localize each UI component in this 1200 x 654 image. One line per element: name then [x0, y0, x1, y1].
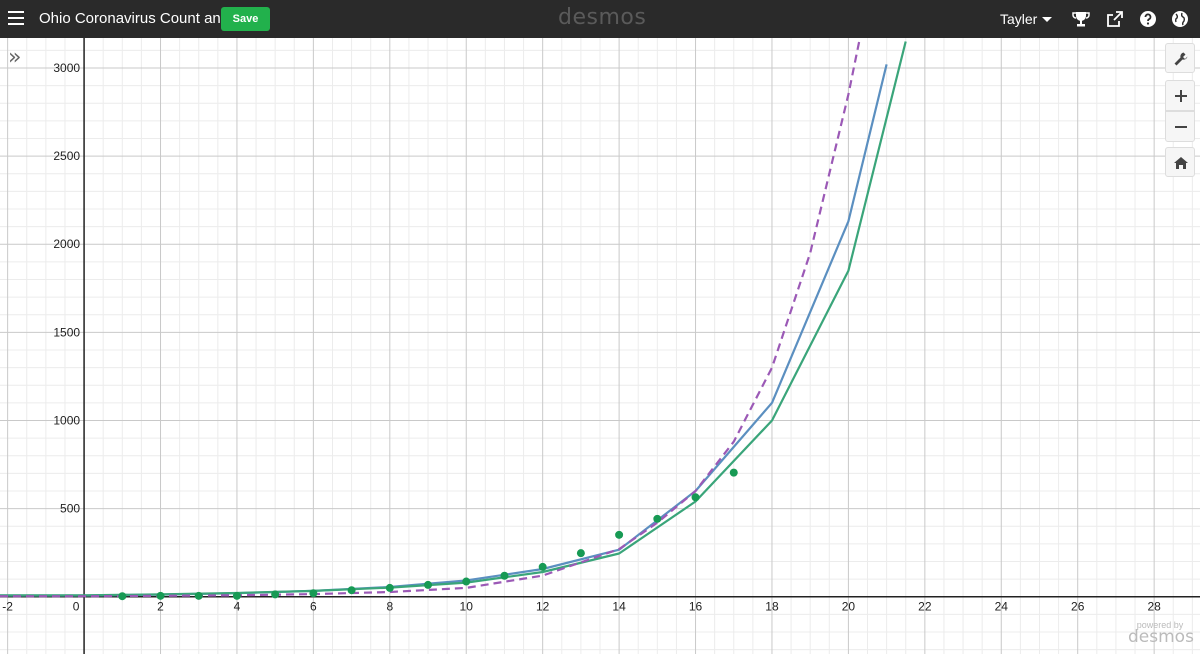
x-tick-label: 2: [157, 600, 164, 614]
x-tick-label: 6: [310, 600, 317, 614]
powered-by-brand: desmos: [1128, 627, 1194, 647]
plus-icon: [1175, 90, 1187, 102]
x-tick-label: 22: [918, 600, 932, 614]
x-tick-label: 10: [460, 600, 474, 614]
x-tick-label: 16: [689, 600, 703, 614]
data-point: [615, 530, 624, 539]
data-point: [118, 592, 127, 601]
minus-icon: [1175, 126, 1187, 128]
data-point: [691, 493, 700, 502]
home-icon: [1174, 157, 1188, 169]
x-tick-label: 14: [612, 600, 626, 614]
menu-icon[interactable]: [8, 9, 26, 27]
save-button[interactable]: Save: [221, 7, 270, 31]
chevron-down-icon[interactable]: [1042, 17, 1052, 22]
grid-minor: [0, 38, 1200, 654]
zoom-in-button[interactable]: [1165, 80, 1195, 111]
data-point: [385, 583, 394, 592]
data-point: [347, 586, 356, 595]
top-bar: Ohio Coronavirus Count an... Save desmos…: [0, 0, 1200, 38]
data-point: [232, 591, 241, 600]
x-tick-label: 0: [73, 600, 80, 614]
graph-canvas[interactable]: -2 0 2 4 6 8 10 12 14 16 18 20 22 24 26 28 500100015002…: [0, 38, 1200, 654]
trophy-icon[interactable]: [1071, 9, 1091, 29]
share-icon[interactable]: [1105, 9, 1125, 29]
x-tick-label: 26: [1071, 600, 1085, 614]
powered-by-desmos[interactable]: powered by desmos: [1128, 620, 1194, 647]
wrench-icon[interactable]: [1165, 43, 1195, 73]
zoom-out-button[interactable]: [1165, 111, 1195, 142]
y-tick-labels: 500 1000 1500 2000 2500 3000: [53, 61, 80, 516]
globe-icon[interactable]: [1170, 9, 1190, 29]
x-tick-label: 12: [536, 600, 550, 614]
y-tick-label: 500: [60, 502, 80, 516]
data-point: [424, 580, 433, 589]
data-point: [309, 589, 318, 598]
data-point: [538, 562, 547, 571]
x-tick-label: 28: [1147, 600, 1161, 614]
y-tick-label: 2000: [53, 237, 80, 251]
y-tick-label: 1500: [53, 325, 80, 339]
x-tick-label: 20: [842, 600, 856, 614]
curve-2: [0, 41, 907, 597]
data-point: [500, 571, 509, 580]
data-point: [729, 468, 738, 477]
data-point: [271, 590, 280, 599]
x-tick-label: 8: [386, 600, 393, 614]
curves: [0, 38, 907, 598]
data-point: [194, 591, 203, 600]
home-button[interactable]: [1165, 147, 1195, 177]
x-tick-label: 24: [995, 600, 1009, 614]
curve-1: [0, 64, 888, 597]
graph-title[interactable]: Ohio Coronavirus Count an...: [39, 10, 233, 27]
y-tick-label: 3000: [53, 61, 80, 75]
y-tick-label: 2500: [53, 149, 80, 163]
expand-icon[interactable]: »: [8, 47, 21, 69]
data-point: [653, 514, 662, 523]
x-tick-label: 18: [765, 600, 779, 614]
curve-3: [0, 38, 861, 598]
x-tick-label: -2: [2, 600, 13, 614]
x-tick-label: 4: [234, 600, 241, 614]
data-point: [462, 577, 471, 586]
data-point: [156, 591, 165, 600]
help-icon[interactable]: [1138, 9, 1158, 29]
x-tick-labels: -2 0 2 4 6 8 10 12 14 16 18 20 22 24 26 28: [2, 600, 1161, 614]
y-tick-label: 1000: [53, 413, 80, 427]
user-menu[interactable]: Tayler: [1000, 11, 1037, 27]
data-point: [576, 549, 585, 558]
desmos-logo: desmos: [558, 5, 647, 30]
